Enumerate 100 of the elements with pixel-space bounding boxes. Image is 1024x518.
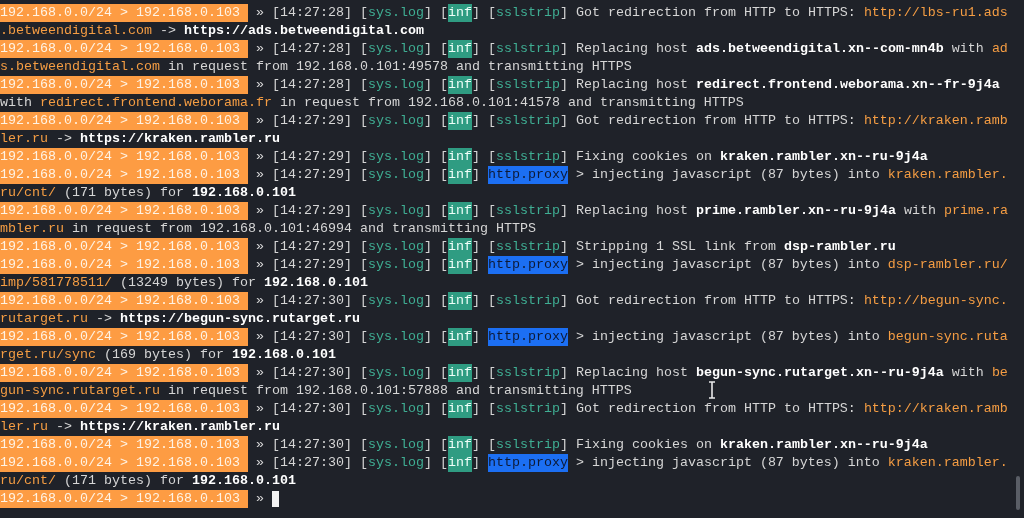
log-text: ] [ xyxy=(423,4,448,22)
log-text: ] [ xyxy=(423,364,448,382)
level-badge: inf xyxy=(447,148,472,166)
log-text: > injecting javascript (87 bytes) into xyxy=(574,256,881,274)
log-text: ] Stripping 1 SSL link from xyxy=(559,238,777,256)
log-text: » [14:27:30] [ xyxy=(254,328,368,346)
log-text: with xyxy=(950,40,985,58)
url-text: http://kraken.ramb xyxy=(863,400,1008,418)
url-text: http://kraken.ramb xyxy=(863,112,1008,130)
level-badge: inf xyxy=(447,436,472,454)
prompt-label: 192.168.0.0/24 > 192.168.0.103 xyxy=(0,112,248,130)
log-text: ] Fixing cookies on xyxy=(559,436,713,454)
log-text: ] Replacing host xyxy=(559,364,689,382)
log-text: ] Fixing cookies on xyxy=(559,148,713,166)
url-text: rget.ru/sync xyxy=(0,346,96,364)
log-text: ] xyxy=(471,166,481,184)
log-tag: sslstrip xyxy=(495,76,560,94)
host-text: 192.168.0.101 xyxy=(231,346,336,364)
log-text: ] [ xyxy=(423,436,448,454)
host-text: https://kraken.rambler.ru xyxy=(80,130,280,148)
level-badge: inf xyxy=(447,328,472,346)
prompt-label: 192.168.0.0/24 > 192.168.0.103 xyxy=(0,238,248,256)
log-text: ] [ xyxy=(471,40,496,58)
host-text: kraken.rambler.xn--ru-9j4a xyxy=(719,436,928,454)
log-text: in request from 192.168.0.101:41578 and transmitting HTTPS xyxy=(278,94,744,112)
log-tag: sys.log xyxy=(367,436,424,454)
url-text: kraken.rambler. xyxy=(887,454,1008,472)
host-text: kraken.rambler.xn--ru-9j4a xyxy=(719,148,928,166)
log-text: » [14:27:30] [ xyxy=(254,436,368,454)
log-tag: sslstrip xyxy=(495,40,560,58)
log-text: » [14:27:28] [ xyxy=(254,76,368,94)
url-text: ad xyxy=(991,40,1008,58)
log-tag: sys.log xyxy=(367,112,424,130)
log-text: (171 bytes) for xyxy=(63,472,185,490)
log-tag: sslstrip xyxy=(495,292,560,310)
level-badge: inf xyxy=(447,112,472,130)
log-text: -> xyxy=(158,22,177,40)
log-tag: sslstrip xyxy=(495,364,560,382)
log-text: in request from 192.168.0.101:49578 and transmitting HTTPS xyxy=(166,58,632,76)
log-text: -> xyxy=(55,418,73,436)
host-text: https://ads.betweendigital.com xyxy=(183,22,424,40)
prompt-label: 192.168.0.0/24 > 192.168.0.103 xyxy=(0,148,248,166)
log-tag: sys.log xyxy=(367,238,424,256)
level-badge: inf xyxy=(447,76,472,94)
url-text: kraken.rambler. xyxy=(887,166,1008,184)
log-text: (171 bytes) for xyxy=(63,184,185,202)
mouse-ibeam-icon xyxy=(708,381,716,399)
log-text: » [14:27:29] [ xyxy=(254,166,368,184)
url-text: ler.ru xyxy=(0,418,48,436)
level-badge: inf xyxy=(447,364,472,382)
module-badge: http.proxy xyxy=(487,166,568,184)
log-text: ] Got redirection from HTTP to HTTPS: xyxy=(559,400,857,418)
log-text: » [14:27:28] [ xyxy=(254,4,368,22)
log-text: ] [ xyxy=(423,76,448,94)
log-text: ] [ xyxy=(471,400,496,418)
module-badge: http.proxy xyxy=(487,256,568,274)
log-text: -> xyxy=(55,130,73,148)
log-tag: sys.log xyxy=(367,202,424,220)
log-text: ] Got redirection from HTTP to HTTPS: xyxy=(559,112,857,130)
log-text: ] [ xyxy=(471,364,496,382)
log-tag: sys.log xyxy=(367,256,424,274)
url-text: .betweendigital.com xyxy=(0,22,152,40)
log-text: ] [ xyxy=(471,4,496,22)
prompt-label: 192.168.0.0/24 > 192.168.0.103 xyxy=(0,166,248,184)
url-text: http://begun-sync. xyxy=(863,292,1008,310)
scrollbar-thumb[interactable] xyxy=(1016,476,1020,510)
log-text: ] Replacing host xyxy=(559,202,689,220)
host-text: 192.168.0.101 xyxy=(263,274,368,292)
log-tag: sslstrip xyxy=(495,112,560,130)
url-text: rutarget.ru xyxy=(0,310,88,328)
url-text: http://lbs-ru1.ads xyxy=(863,4,1008,22)
log-text: » [14:27:30] [ xyxy=(254,454,368,472)
log-text: ] [ xyxy=(423,148,448,166)
log-text: with xyxy=(0,94,33,112)
log-tag: sys.log xyxy=(367,4,424,22)
log-text: ] [ xyxy=(471,112,496,130)
log-tag: sys.log xyxy=(367,148,424,166)
prompt-label: 192.168.0.0/24 > 192.168.0.103 xyxy=(0,400,248,418)
log-text: > injecting javascript (87 bytes) into xyxy=(574,328,881,346)
level-badge: inf xyxy=(447,202,472,220)
prompt-label: 192.168.0.0/24 > 192.168.0.103 xyxy=(0,40,248,58)
log-text: » [14:27:30] [ xyxy=(254,292,368,310)
prompt-label: 192.168.0.0/24 > 192.168.0.103 xyxy=(0,4,248,22)
prompt-label: 192.168.0.0/24 > 192.168.0.103 xyxy=(0,202,248,220)
url-text: mbler.ru xyxy=(0,220,64,238)
url-text: prime.ra xyxy=(943,202,1008,220)
url-text: ru/cnt/ xyxy=(0,184,56,202)
level-badge: inf xyxy=(447,4,472,22)
log-text: » [14:27:28] [ xyxy=(254,40,368,58)
host-text: https://begun-sync.rutarget.ru xyxy=(120,310,360,328)
log-tag: sslstrip xyxy=(495,202,560,220)
log-text: in request from 192.168.0.101:46994 and transmitting HTTPS xyxy=(71,220,536,238)
prompt-label: 192.168.0.0/24 > 192.168.0.103 xyxy=(0,292,248,310)
prompt-label: 192.168.0.0/24 > 192.168.0.103 xyxy=(0,436,248,454)
log-text: ] [ xyxy=(423,256,448,274)
prompt-label: 192.168.0.0/24 > 192.168.0.103 xyxy=(0,364,248,382)
url-text: imp/581778511/ xyxy=(0,274,112,292)
url-text: begun-sync.ruta xyxy=(887,328,1008,346)
log-text: » [14:27:30] [ xyxy=(254,364,368,382)
level-badge: inf xyxy=(447,400,472,418)
